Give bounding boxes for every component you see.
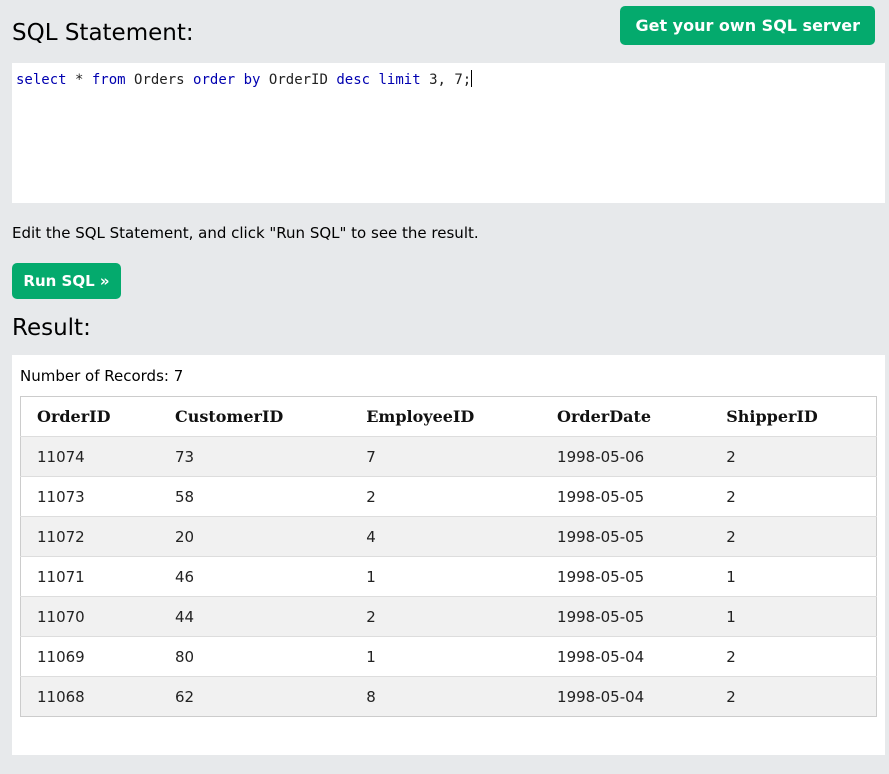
sql-editor[interactable]: select * from Orders order by OrderID de… [12,63,885,203]
table-cell: 73 [158,436,351,477]
sql-token: by [243,72,261,88]
sql-statement-heading: SQL Statement: [12,20,194,46]
table-body: 11074 73 7 1998-05-06 2 11073 58 2 1998-05-05 2 11… [20,436,877,717]
table-cell: 2 [350,596,542,637]
sql-token: OrderID [260,72,337,88]
table-cell: 80 [158,636,351,677]
sql-token: select [16,72,67,88]
result-heading: Result: [12,315,91,341]
table-row: 11072 20 4 1998-05-05 2 [20,516,877,557]
table-cell: 11073 [20,476,159,517]
table-row: 11068 62 8 1998-05-04 2 [20,676,877,717]
sql-token: 3, 7; [420,72,472,88]
table-cell: 58 [158,476,351,517]
table-cell: 1998-05-04 [541,636,711,677]
result-panel: Number of Records: 7 OrderID CustomerID Em… [12,355,885,755]
table-cell: 62 [158,676,351,717]
get-sql-server-button[interactable]: Get your own SQL server [620,6,875,45]
sql-token: * [66,72,92,88]
column-header: ShipperID [726,407,818,426]
table-row: 11069 80 1 1998-05-04 2 [20,636,877,677]
table-cell: 2 [710,636,877,677]
column-header: OrderID [37,407,111,426]
table-cell: 11070 [20,596,159,637]
table-row: 11073 58 2 1998-05-05 2 [20,476,877,517]
column-header: CustomerID [174,407,284,426]
table-cell: 2 [710,436,877,477]
table-cell: 1 [350,556,542,597]
sql-token: from [91,72,126,88]
table-cell: 2 [710,676,877,717]
table-cell: 1 [350,636,542,677]
table-cell: 1998-05-05 [541,596,711,637]
table-cell: 11069 [20,636,159,677]
table-row: 11071 46 1 1998-05-05 1 [20,556,877,597]
sql-token: Orders [125,72,194,88]
table-cell: 2 [710,516,877,557]
table-cell: 46 [158,556,351,597]
sql-token: desc [336,72,371,88]
table-row: 11070 44 2 1998-05-05 1 [20,596,877,637]
table-cell: 8 [350,676,542,717]
column-header: OrderDate [557,407,652,426]
table-cell: 44 [158,596,351,637]
run-sql-button[interactable]: Run SQL » [12,263,121,299]
text-cursor [471,70,473,87]
table-cell: 11072 [20,516,159,557]
table-cell: 1 [710,556,877,597]
sql-token: limit [378,72,421,88]
table-cell: 1998-05-06 [541,436,711,477]
table-cell: 11074 [20,436,159,477]
instruction-text: Edit the SQL Statement, and click "Run S… [12,224,479,242]
table-row: 11074 73 7 1998-05-06 2 [20,436,877,477]
table-cell: 2 [710,476,877,517]
table-cell: 20 [158,516,351,557]
table-cell: 1 [710,596,877,637]
header: SQL Statement: Get your own SQL server [0,0,889,63]
table-header-row: OrderID CustomerID EmployeeID OrderDate Ship… [21,397,877,437]
table-cell: 11068 [20,676,159,717]
table-cell: 11071 [20,556,159,597]
table-cell: 1998-05-05 [541,516,711,557]
table-cell: 1998-05-05 [541,556,711,597]
table-cell: 7 [350,436,542,477]
table-cell: 1998-05-04 [541,676,711,717]
results-table: OrderID CustomerID EmployeeID OrderDate Ship… [20,396,877,717]
sql-token: order [193,72,236,88]
table-cell: 4 [350,516,542,557]
record-count: Number of Records: 7 [20,367,184,385]
table-cell: 1998-05-05 [541,476,711,517]
table-cell: 2 [350,476,542,517]
column-header: EmployeeID [366,407,475,426]
